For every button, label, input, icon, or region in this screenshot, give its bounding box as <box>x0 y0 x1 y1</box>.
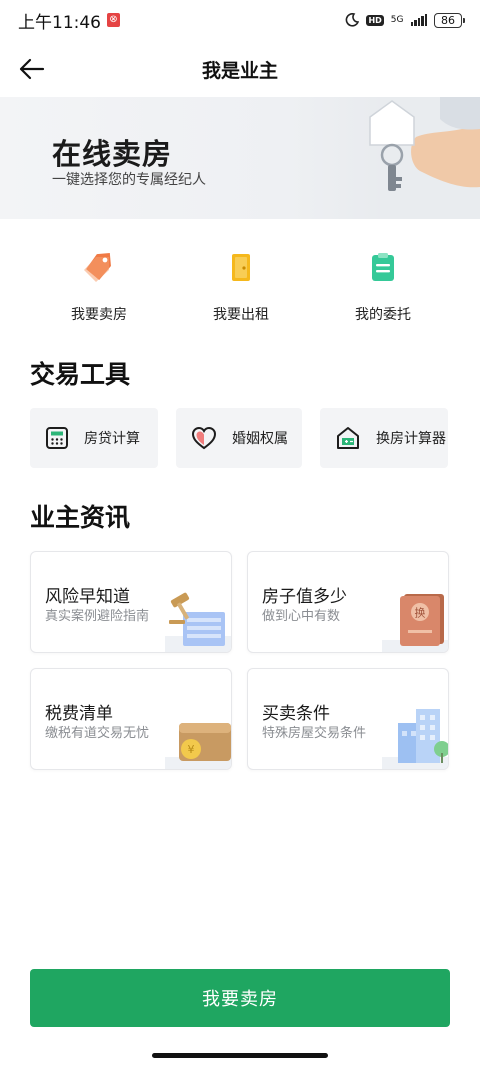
info-card-subtitle: 缴税有道交易无忧 <box>45 726 150 741</box>
certificate-icon: 换 <box>382 594 448 652</box>
certificate-badge: 换 <box>415 606 426 620</box>
info-card-title: 房子值多少 <box>262 587 347 607</box>
status-left: 上午11:46 ⊗ <box>18 8 120 33</box>
house-calc-icon <box>337 427 359 449</box>
status-bar: 上午11:46 ⊗ HD 5G 86 <box>0 0 480 40</box>
sell-house-button[interactable]: 我要卖房 <box>30 969 450 1027</box>
tool-label: 房贷计算 <box>84 431 140 447</box>
page-title: 我是业主 <box>201 59 278 82</box>
info-section-title: 业主资讯 <box>30 503 131 532</box>
info-card-title: 买卖条件 <box>262 704 330 724</box>
clipboard-icon <box>366 250 400 284</box>
door-icon <box>224 250 258 284</box>
info-card-subtitle: 真实案例避险指南 <box>45 609 150 624</box>
tool-mortgage-calc[interactable]: 房贷计算 <box>30 408 158 468</box>
info-card-value[interactable]: 房子值多少 做到心中有数 换 <box>247 551 449 653</box>
quick-action-entrust[interactable]: 我的委托 <box>312 250 454 324</box>
quick-action-label: 我要卖房 <box>71 307 127 323</box>
heart-icon <box>191 426 217 450</box>
quick-actions: 我要卖房 我要出租 我的委托 <box>0 250 480 324</box>
nav-bar: 我是业主 <box>0 40 480 98</box>
info-card-title: 风险早知道 <box>45 587 130 607</box>
quick-action-label: 我要出租 <box>213 307 269 323</box>
tools-row: 房贷计算 婚姻权属 换房计算器 <box>30 408 448 468</box>
signal-icon <box>410 14 427 26</box>
info-card-subtitle: 做到心中有数 <box>262 609 341 624</box>
back-arrow-icon <box>19 58 45 80</box>
building-icon <box>382 709 448 769</box>
notification-icon: ⊗ <box>107 13 120 27</box>
quick-action-sell[interactable]: 我要卖房 <box>28 250 170 324</box>
gavel-icon <box>165 592 231 652</box>
status-right: HD 5G 86 <box>345 12 465 28</box>
house-key-illustration <box>369 97 480 219</box>
info-card-title: 税费清单 <box>45 704 113 724</box>
network-label: 5G <box>390 15 404 25</box>
banner-title: 在线卖房 <box>52 137 173 171</box>
home-indicator[interactable] <box>152 1053 328 1058</box>
battery-icon: 86 <box>434 12 465 28</box>
quick-action-label: 我的委托 <box>355 307 411 323</box>
sell-house-banner[interactable]: 在线卖房 一键选择您的专属经纪人 <box>0 97 480 219</box>
tool-marriage-ownership[interactable]: 婚姻权属 <box>176 408 302 468</box>
tool-label: 婚姻权属 <box>232 431 288 447</box>
hd-badge: HD <box>366 14 384 26</box>
tag-icon <box>82 250 116 284</box>
status-time: 上午11:46 <box>18 12 101 33</box>
banner-subtitle: 一键选择您的专属经纪人 <box>52 172 206 188</box>
calculator-icon <box>46 427 68 449</box>
tool-label: 换房计算器 <box>376 431 446 447</box>
tools-section-title: 交易工具 <box>30 360 131 389</box>
info-card-tax[interactable]: 税费清单 缴税有道交易无忧 ¥ <box>30 668 232 770</box>
back-button[interactable] <box>16 54 48 84</box>
info-card-risk[interactable]: 风险早知道 真实案例避险指南 <box>30 551 232 653</box>
moon-icon <box>346 13 360 27</box>
svg-text:¥: ¥ <box>188 743 195 756</box>
wallet-icon: ¥ <box>165 723 231 769</box>
quick-action-rent[interactable]: 我要出租 <box>170 250 312 324</box>
info-card-conditions[interactable]: 买卖条件 特殊房屋交易条件 <box>247 668 449 770</box>
info-card-subtitle: 特殊房屋交易条件 <box>262 726 367 741</box>
tool-house-swap-calc[interactable]: 换房计算器 <box>320 408 448 468</box>
